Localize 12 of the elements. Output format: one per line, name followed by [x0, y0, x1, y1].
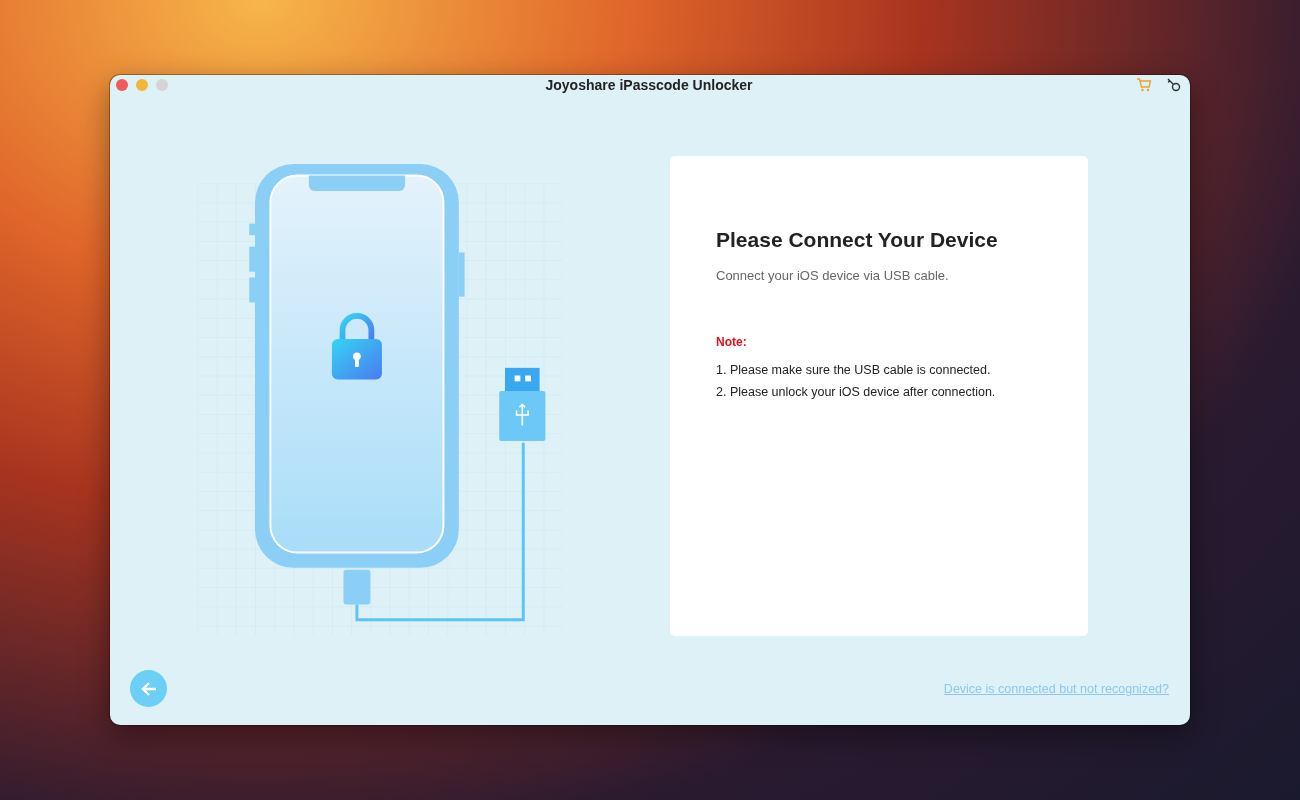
- card-subtitle: Connect your iOS device via USB cable.: [716, 268, 950, 284]
- note-item: 1. Please make sure the USB cable is connected.: [716, 363, 992, 378]
- minimize-window-button[interactable]: [136, 78, 148, 91]
- note-item: 2. Please unlock your iOS device after connection.: [716, 385, 997, 400]
- back-button[interactable]: [130, 670, 167, 708]
- help-link[interactable]: Device is connected but not recognized?: [943, 681, 1169, 696]
- close-window-button[interactable]: [116, 78, 128, 91]
- note-label: Note:: [716, 335, 748, 350]
- key-icon[interactable]: [1166, 76, 1182, 93]
- window-title: Joyoshare iPasscode Unlocker: [544, 76, 754, 93]
- cart-icon[interactable]: [1136, 76, 1152, 93]
- card-heading: Please Connect Your Device: [716, 228, 999, 253]
